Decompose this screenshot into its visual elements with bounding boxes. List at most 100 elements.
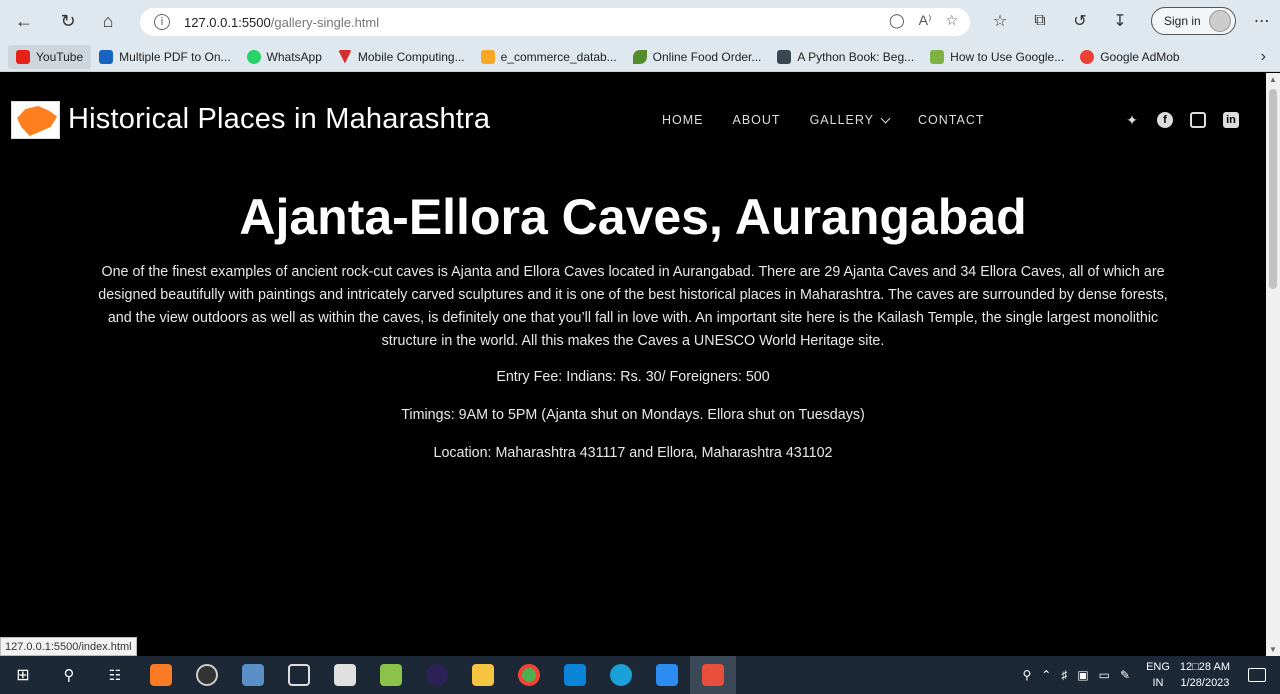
bookmark-label: WhatsApp — [266, 49, 322, 64]
bookmark-whatsapp[interactable]: WhatsApp — [239, 45, 330, 69]
signin-button[interactable]: Sign in — [1151, 7, 1236, 35]
bookmark-label: A Python Book: Beg... — [797, 49, 915, 64]
bookmark-ecommerce[interactable]: e_commerce_datab... — [473, 45, 625, 69]
box-app-icon[interactable] — [276, 656, 322, 694]
browser-toolbar: ← ↻ ⌂ i 127.0.0.1:5500/gallery-single.ht… — [0, 0, 1280, 42]
obs-icon[interactable] — [184, 656, 230, 694]
web-page: Historical Places in Maharashtra HOME AB… — [0, 73, 1266, 656]
admob-icon — [1080, 49, 1095, 64]
bookmark-python-book[interactable]: A Python Book: Beg... — [769, 45, 922, 69]
url-path: /gallery-single.html — [270, 14, 380, 30]
entry-fee: Entry Fee: Indians: Rs. 30/ Foreigners: … — [496, 369, 770, 385]
eclipse-icon[interactable] — [414, 656, 460, 694]
active-app-icon[interactable] — [690, 656, 736, 694]
bookmark-youtube[interactable]: YouTube — [8, 44, 92, 69]
address-bar[interactable]: i 127.0.0.1:5500/gallery-single.html ◯ A… — [140, 8, 970, 36]
windows-start-icon[interactable]: ⊞ — [0, 656, 46, 694]
grid-icon — [777, 49, 792, 64]
pma-icon — [480, 49, 495, 64]
photos-icon[interactable] — [644, 656, 690, 694]
maharashtra-logo[interactable] — [11, 101, 60, 139]
search-icon[interactable]: ⚲ — [46, 656, 92, 694]
bookmark-label: Online Food Order... — [652, 49, 762, 64]
edge-icon[interactable] — [598, 656, 644, 694]
bookmark-mobile-computing[interactable]: Mobile Computing... — [330, 45, 473, 69]
bookmark-label: Google AdMob — [1100, 49, 1180, 64]
document-app-icon[interactable] — [322, 656, 368, 694]
chevron-down-icon — [880, 113, 891, 123]
history-icon[interactable]: ↺ — [1065, 6, 1095, 36]
bookmarks-bar: YouTube Multiple PDF to On... WhatsApp M… — [0, 42, 1280, 72]
twitter-icon[interactable]: ✦ — [1124, 112, 1140, 128]
bookmark-label: e_commerce_datab... — [500, 49, 617, 64]
timings: Timings: 9AM to 5PM (Ajanta shut on Mond… — [401, 407, 865, 423]
linkedin-icon[interactable]: in — [1223, 112, 1239, 128]
downloads-icon[interactable]: ↧ — [1105, 6, 1135, 36]
bookmark-online-food[interactable]: Online Food Order... — [625, 45, 770, 69]
more-menu-icon[interactable]: ⋯ — [1254, 11, 1270, 31]
nav-about[interactable]: ABOUT — [733, 113, 781, 127]
youtube-icon — [16, 49, 30, 64]
folder-app-icon[interactable] — [230, 656, 276, 694]
bookmark-label: Multiple PDF to On... — [119, 49, 231, 64]
url-host: 127.0.0.1:5500 — [184, 14, 271, 30]
read-aloud-icon[interactable]: A⁾ — [919, 12, 932, 29]
main-nav: HOME ABOUT GALLERY CONTACT — [662, 113, 985, 127]
location: Location: Maharashtra 431117 and Ellora,… — [433, 445, 833, 461]
bookmark-multiple-pdf[interactable]: Multiple PDF to On... — [91, 45, 238, 69]
place-description: One of the finest examples of ancient ro… — [98, 264, 1168, 349]
taskbar: ⊞ ⚲ ☷ ⚲ ⌃ ♯ ▣ ▭ ✎ ENG IN 12□28 AM 1/28/2… — [0, 656, 1280, 694]
scroll-up-icon[interactable]: ▲ — [1269, 75, 1277, 84]
leaf-icon — [632, 49, 647, 64]
bookmark-how-to-google[interactable]: How to Use Google... — [922, 45, 1072, 69]
status-url: 127.0.0.1:5500/index.html — [0, 637, 137, 656]
lang-bottom: IN — [1152, 677, 1164, 689]
scroll-down-icon[interactable]: ▼ — [1269, 645, 1277, 654]
vscode-icon[interactable] — [552, 656, 598, 694]
social-links: ✦ f in — [1124, 112, 1239, 128]
facebook-icon[interactable]: f — [1157, 112, 1173, 128]
clock-date: 1/28/2023 — [1180, 677, 1230, 689]
task-view-icon[interactable]: ☷ — [92, 656, 138, 694]
bookmark-google-admob[interactable]: Google AdMob — [1072, 45, 1187, 69]
whatsapp-icon — [246, 49, 261, 64]
site-title[interactable]: Historical Places in Maharashtra — [68, 103, 490, 136]
clock[interactable]: 12□28 AM 1/28/2023 — [1180, 659, 1230, 691]
file-explorer-icon[interactable] — [460, 656, 506, 694]
page-scrollbar[interactable]: ▲ ▼ — [1266, 73, 1280, 656]
bookmark-label: How to Use Google... — [950, 49, 1065, 64]
battery-icon[interactable]: ▭ — [1099, 668, 1110, 682]
volume-icon[interactable]: ♯ — [1061, 668, 1067, 682]
pen-icon[interactable]: ✎ — [1120, 668, 1130, 682]
home-icon[interactable]: ⌂ — [90, 3, 126, 39]
network-icon[interactable]: ▣ — [1077, 668, 1088, 682]
xampp-icon[interactable] — [138, 656, 184, 694]
site-info-icon[interactable]: i — [154, 14, 170, 30]
image-icon — [930, 49, 945, 64]
tag-icon[interactable]: ◯ — [889, 12, 905, 29]
favorites-icon[interactable]: ☆ — [985, 6, 1015, 36]
language-indicator[interactable]: ENG IN — [1146, 659, 1170, 691]
bookmark-label: Mobile Computing... — [357, 49, 465, 64]
chevron-up-icon[interactable]: ⌃ — [1041, 668, 1051, 682]
nav-gallery[interactable]: GALLERY — [809, 113, 891, 127]
refresh-icon[interactable]: ↻ — [50, 3, 86, 39]
nav-gallery-label: GALLERY — [809, 113, 875, 127]
chrome-icon[interactable] — [506, 656, 552, 694]
notification-icon[interactable] — [1248, 668, 1266, 682]
clock-time: 12□28 AM — [1179, 661, 1230, 673]
instagram-icon[interactable] — [1190, 112, 1206, 128]
nav-contact[interactable]: CONTACT — [918, 113, 985, 127]
nav-home[interactable]: HOME — [662, 113, 704, 127]
scroll-thumb[interactable] — [1269, 89, 1277, 289]
back-icon[interactable]: ← — [6, 3, 42, 39]
notepad-app-icon[interactable] — [368, 656, 414, 694]
add-favorite-icon[interactable]: ☆ — [945, 12, 958, 29]
people-icon[interactable]: ⚲ — [1022, 668, 1031, 682]
signin-label: Sign in — [1164, 14, 1201, 28]
triangle-icon — [337, 49, 352, 64]
power-icon — [99, 49, 114, 64]
avatar — [1208, 10, 1231, 32]
collections-icon[interactable]: ⧉ — [1025, 6, 1055, 36]
chevron-right-icon[interactable]: › — [1261, 48, 1266, 66]
